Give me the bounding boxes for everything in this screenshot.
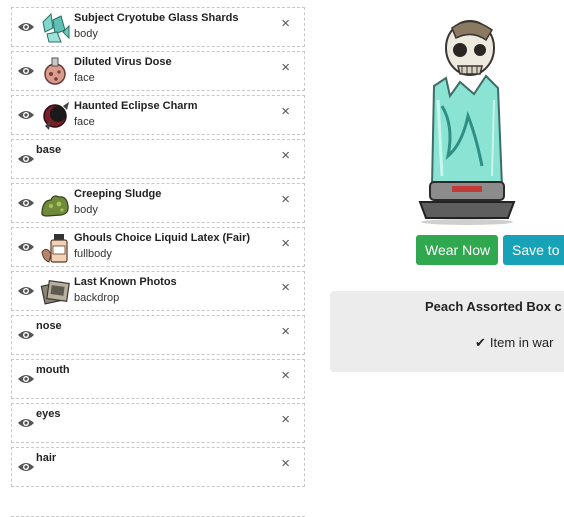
save-button[interactable]: Save to S [503, 235, 564, 265]
latex-bottle-icon [41, 234, 68, 263]
wear-now-button[interactable]: Wear Now [416, 235, 498, 265]
pet-preview [418, 20, 516, 225]
eye-icon[interactable] [17, 461, 35, 473]
layer-name: Diluted Virus Dose [74, 56, 172, 68]
layer-item[interactable]: base × [11, 139, 305, 179]
photos-icon [40, 280, 70, 305]
layer-item[interactable]: Last Known Photos backdrop × [11, 271, 305, 311]
layer-category: face [74, 72, 95, 84]
eye-icon[interactable] [17, 373, 35, 385]
eye-icon[interactable] [17, 241, 35, 253]
eye-icon[interactable] [17, 285, 35, 297]
eye-icon[interactable] [17, 65, 35, 77]
layer-name: Haunted Eclipse Charm [74, 100, 198, 112]
layer-item[interactable]: mouth × [11, 359, 305, 399]
layer-name: base [36, 144, 62, 156]
close-icon[interactable]: × [281, 192, 290, 208]
eye-icon[interactable] [17, 417, 35, 429]
layer-name: mouth [36, 364, 70, 376]
eye-icon[interactable] [17, 329, 35, 341]
close-icon[interactable]: × [281, 104, 290, 120]
layer-category: face [74, 116, 95, 128]
glass-shards-icon [42, 12, 70, 43]
close-icon[interactable]: × [281, 368, 290, 384]
eye-icon[interactable] [17, 109, 35, 121]
layer-item[interactable]: eyes × [11, 403, 305, 443]
layer-item[interactable]: Haunted Eclipse Charm face × [11, 95, 305, 135]
close-icon[interactable]: × [281, 16, 290, 32]
layer-item[interactable]: hair × [11, 447, 305, 487]
close-icon[interactable]: × [281, 148, 290, 164]
layer-category: fullbody [74, 248, 112, 260]
layer-name: Ghouls Choice Liquid Latex (Fair) [74, 232, 251, 244]
eye-icon[interactable] [17, 21, 35, 33]
layer-name: Creeping Sludge [74, 188, 162, 200]
close-icon[interactable]: × [281, 456, 290, 472]
eye-icon[interactable] [17, 197, 35, 209]
item-status-text: Item in war [489, 335, 554, 350]
item-title: Peach Assorted Box c [425, 299, 562, 314]
item-info-panel: Peach Assorted Box c ✔ Item in war [330, 291, 564, 372]
eye-icon[interactable] [17, 153, 35, 165]
layer-name: Last Known Photos [74, 276, 177, 288]
layer-item[interactable]: nose × [11, 315, 305, 355]
layer-name: Subject Cryotube Glass Shards [74, 12, 239, 24]
sludge-icon [41, 195, 69, 217]
close-icon[interactable]: × [281, 236, 290, 252]
close-icon[interactable]: × [281, 280, 290, 296]
item-status: ✔ Item in war [475, 335, 553, 351]
layer-list: Subject Cryotube Glass Shards body × Dil… [11, 7, 305, 517]
layer-name: eyes [36, 408, 61, 420]
eclipse-charm-icon [43, 102, 69, 130]
close-icon[interactable]: × [281, 324, 290, 340]
layer-category: body [74, 204, 98, 216]
layer-name: hair [36, 452, 57, 464]
layer-category: body [74, 28, 98, 40]
layer-item[interactable]: Ghouls Choice Liquid Latex (Fair) fullbo… [11, 227, 305, 267]
close-icon[interactable]: × [281, 60, 290, 76]
check-icon: ✔ [475, 335, 486, 350]
layer-item[interactable]: Subject Cryotube Glass Shards body × [11, 7, 305, 47]
virus-dose-icon [44, 57, 66, 85]
close-icon[interactable]: × [281, 412, 290, 428]
layer-name: nose [36, 320, 62, 332]
layer-item[interactable]: Diluted Virus Dose face × [11, 51, 305, 91]
layer-item[interactable]: Creeping Sludge body × [11, 183, 305, 223]
layer-category: backdrop [74, 292, 120, 304]
